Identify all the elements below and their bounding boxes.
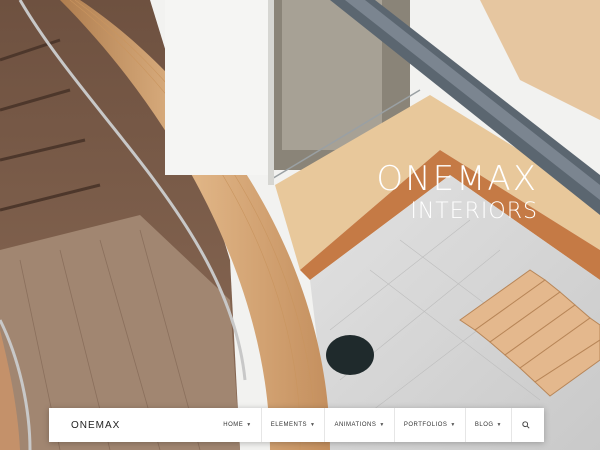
menu-item-label: ANIMATIONS	[334, 422, 377, 428]
site-logo[interactable]: ONEMAX	[71, 420, 120, 431]
menu-item-home[interactable]: HOME ▼	[214, 408, 262, 442]
main-menu: HOME ▼ ELEMENTS ▼ ANIMATIONS ▼ PORTFOLIO…	[214, 408, 534, 442]
search-icon	[522, 421, 530, 429]
menu-item-portfolios[interactable]: PORTFOLIOS ▼	[395, 408, 466, 442]
menu-item-elements[interactable]: ELEMENTS ▼	[262, 408, 326, 442]
main-navbar: ONEMAX HOME ▼ ELEMENTS ▼ ANIMATIONS ▼ PO…	[49, 408, 544, 442]
chevron-down-icon: ▼	[379, 422, 385, 428]
hero-subtitle: INTERIORS	[410, 199, 538, 224]
menu-item-blog[interactable]: BLOG ▼	[466, 408, 512, 442]
menu-item-label: HOME	[223, 422, 244, 428]
chevron-down-icon: ▼	[310, 422, 316, 428]
menu-item-label: PORTFOLIOS	[403, 422, 448, 428]
menu-item-label: ELEMENTS	[270, 422, 308, 428]
search-button[interactable]	[518, 408, 534, 442]
chevron-down-icon: ▼	[246, 422, 252, 428]
menu-item-animations[interactable]: ANIMATIONS ▼	[325, 408, 395, 442]
menu-item-label: BLOG	[474, 422, 494, 428]
chevron-down-icon: ▼	[496, 422, 502, 428]
hero-text: ONEMAX INTERIORS	[376, 160, 538, 226]
hero-banner: ONEMAX INTERIORS	[0, 0, 600, 450]
chevron-down-icon: ▼	[450, 422, 456, 428]
hero-title: ONEMAX	[376, 159, 538, 199]
